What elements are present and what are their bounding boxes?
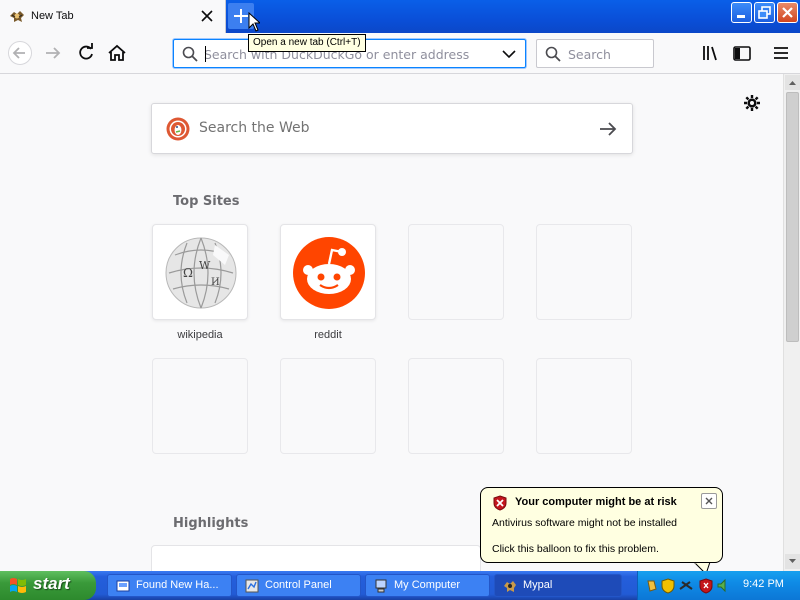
hardware-tray-icon [647,580,657,592]
mypal-icon [10,11,24,22]
taskbar-item-control-panel[interactable]: Control Panel [236,574,361,597]
web-search-input[interactable]: Search the Web [199,120,310,136]
close-window-button[interactable] [777,2,798,23]
sidebar-icon[interactable] [730,41,754,65]
minimize-button[interactable] [731,2,752,23]
menu-icon[interactable] [769,41,793,65]
scroll-down-button[interactable] [785,554,800,569]
nav-toolbar: Search with DuckDuckGo or enter address … [0,33,800,74]
mypal-icon [504,581,516,592]
highlights-heading: Highlights [173,516,249,531]
taskbar-item-label: My Computer [394,579,461,591]
reddit-icon [293,237,365,309]
scroll-up-button[interactable] [785,75,800,90]
close-icon [705,497,713,505]
mouse-cursor-icon [248,12,260,32]
top-site-wikipedia[interactable]: Ω W И [152,224,248,320]
control-panel-icon [245,579,259,593]
scrollbar-thumb[interactable] [786,92,799,342]
start-button[interactable]: start [0,571,96,600]
vertical-scrollbar[interactable] [783,74,800,571]
taskbar-item-label: Control Panel [265,579,332,591]
minimize-icon [737,15,745,18]
volume-tray-icon [717,578,726,593]
chevron-up-icon [789,81,796,85]
taskbar-item-my-computer[interactable]: My Computer [365,574,490,597]
taskbar: start Found New Ha... Control Panel My C… [0,571,800,600]
restore-button[interactable] [754,2,775,23]
restore-icon [758,6,771,19]
balloon-action[interactable]: Click this balloon to fix this problem. [492,543,659,555]
duckduckgo-icon [166,117,190,141]
svg-text:И: И [211,277,220,288]
top-sites-heading: Top Sites [173,194,240,209]
my-computer-icon [375,579,387,593]
security-shield-icon [493,495,507,511]
search-icon [182,46,198,62]
library-icon[interactable] [699,41,723,65]
highlight-card[interactable] [151,545,481,571]
title-bar: New Tab [0,0,800,33]
close-tab-icon[interactable] [198,7,216,25]
top-site-empty [408,358,504,454]
start-label: start [33,574,70,593]
taskbar-item-label: Found New Ha... [136,579,219,591]
top-site-empty [536,224,632,320]
clock: 9:42 PM [743,578,784,590]
search-bar[interactable]: Search [536,39,654,68]
top-site-empty [536,358,632,454]
top-site-empty [152,358,248,454]
reload-icon[interactable] [74,41,98,65]
windows-logo-icon [10,578,26,593]
close-icon [782,7,793,18]
svg-text:W: W [199,259,211,272]
taskbar-item-mypal[interactable]: Mypal [494,574,622,597]
search-icon [545,46,561,62]
text-caret [205,46,206,62]
back-icon[interactable] [8,41,32,65]
tray-icons [647,578,726,594]
taskbar-item-found-new-hardware[interactable]: Found New Ha... [107,574,232,597]
gear-icon[interactable] [743,94,761,112]
top-site-empty [280,358,376,454]
new-tab-tooltip: Open a new tab (Ctrl+T) [248,34,366,52]
top-site-reddit[interactable] [280,224,376,320]
chevron-down-icon [789,559,796,563]
home-icon[interactable] [105,41,129,65]
wikipedia-icon: Ω W И [165,237,237,309]
balloon-message: Antivirus software might not be installe… [492,517,678,529]
chevron-down-icon[interactable] [502,48,516,60]
web-search-box[interactable]: Search the Web [151,103,633,154]
forward-icon[interactable] [41,41,65,65]
tab-new-tab[interactable]: New Tab [0,0,226,33]
top-site-label: wikipedia [177,329,223,341]
top-site-empty [408,224,504,320]
network-tray-icon [679,581,693,590]
security-alert-tray-icon [699,578,713,594]
top-site-label: reddit [314,329,342,341]
hardware-wizard-icon [116,580,130,592]
taskbar-item-label: Mypal [523,579,553,591]
balloon-title: Your computer might be at risk [515,496,677,508]
security-center-tray-icon [661,578,675,594]
system-tray: 9:42 PM [637,571,800,600]
arrow-right-icon[interactable] [598,119,618,139]
search-input[interactable]: Search [568,47,611,62]
tab-title: New Tab [31,10,74,22]
balloon-close-button[interactable] [701,493,717,509]
svg-text:Ω: Ω [183,266,193,280]
security-alert-balloon[interactable]: Your computer might be at risk Antivirus… [480,487,723,563]
